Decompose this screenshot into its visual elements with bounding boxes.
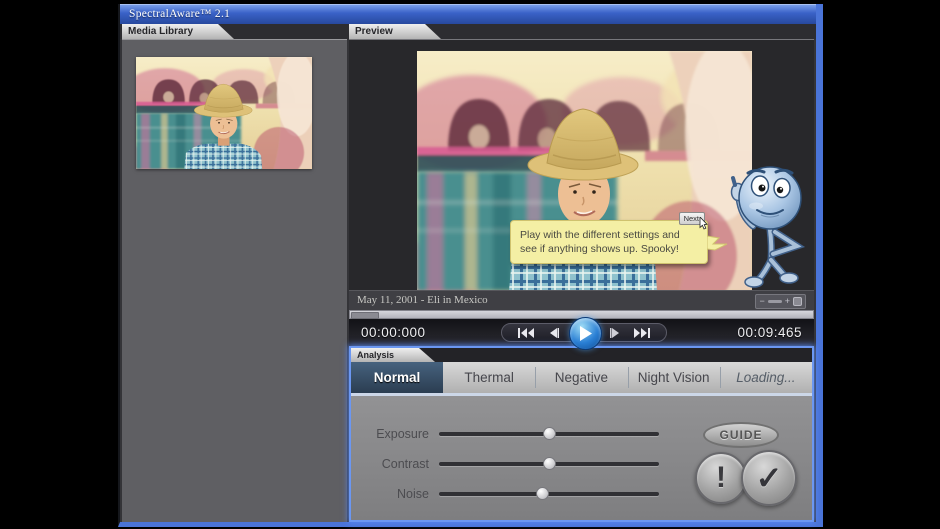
assistant-speech-bubble: Play with the different settings and see… xyxy=(510,220,708,264)
mode-label-loading: Loading... xyxy=(736,370,795,385)
exposure-slider[interactable] xyxy=(439,432,659,436)
mode-tab-night-vision[interactable]: Night Vision xyxy=(628,362,720,393)
step-back-icon xyxy=(549,328,559,338)
contrast-label: Contrast xyxy=(351,454,429,474)
tab-preview[interactable]: Preview xyxy=(349,24,441,39)
skip-start-button[interactable] xyxy=(514,324,538,341)
skip-end-button[interactable] xyxy=(630,324,654,341)
confirm-button[interactable]: ✓ xyxy=(741,450,797,506)
mode-tab-thermal[interactable]: Thermal xyxy=(443,362,535,393)
exposure-label: Exposure xyxy=(351,424,429,444)
next-button-label: Next xyxy=(684,214,699,223)
zoom-control[interactable]: − + xyxy=(755,294,806,309)
mode-label-negative: Negative xyxy=(555,370,608,385)
step-back-button[interactable] xyxy=(542,324,566,341)
play-icon xyxy=(579,326,592,341)
mode-label-night-vision: Night Vision xyxy=(638,370,710,385)
tab-media-library[interactable]: Media Library xyxy=(122,24,234,39)
mode-tab-normal[interactable]: Normal xyxy=(351,362,443,393)
contrast-slider-thumb[interactable] xyxy=(543,457,556,470)
step-forward-icon xyxy=(610,328,620,338)
exclamation-icon: ! xyxy=(716,461,726,495)
checkmark-icon: ✓ xyxy=(756,459,783,497)
skip-end-icon xyxy=(634,328,650,338)
analysis-tab-label: Analysis xyxy=(357,350,394,360)
guide-button-label: GUIDE xyxy=(719,428,762,442)
noise-slider-row: Noise xyxy=(351,484,691,504)
alert-button[interactable]: ! xyxy=(695,452,747,504)
mode-tab-row: Normal Thermal Negative Night Vision Loa… xyxy=(351,362,812,393)
mode-tab-negative[interactable]: Negative xyxy=(535,362,627,393)
assistant-mascot xyxy=(723,158,818,293)
play-button[interactable] xyxy=(569,317,602,350)
scrubber-thumb[interactable] xyxy=(351,312,379,319)
skip-start-icon xyxy=(518,328,534,338)
exposure-slider-row: Exposure xyxy=(351,424,691,444)
mode-label-normal: Normal xyxy=(374,370,421,385)
analysis-body: Exposure Contrast Noise xyxy=(351,396,812,520)
preview-tab-label: Preview xyxy=(355,26,393,37)
app-window: SpectralAware™ 2.1 Media Library Preview… xyxy=(118,4,823,527)
titlebar[interactable]: SpectralAware™ 2.1 xyxy=(120,4,816,24)
media-library-panel xyxy=(122,39,347,522)
noise-slider-thumb[interactable] xyxy=(536,487,549,500)
media-thumbnail[interactable] xyxy=(136,57,312,169)
desktop-background: SpectralAware™ 2.1 Media Library Preview… xyxy=(0,0,940,529)
noise-label: Noise xyxy=(351,484,429,504)
contrast-slider-row: Contrast xyxy=(351,454,691,474)
contrast-slider[interactable] xyxy=(439,462,659,466)
app-title: SpectralAware™ 2.1 xyxy=(120,4,816,24)
magnifier-icon xyxy=(793,297,802,306)
media-library-tab-label: Media Library xyxy=(128,26,193,37)
analysis-panel: Analysis Normal Thermal Negative Night V… xyxy=(349,346,814,522)
zoom-out-icon[interactable]: − xyxy=(759,296,764,307)
zoom-slider[interactable] xyxy=(768,300,782,303)
mode-tab-loading: Loading... xyxy=(720,362,812,393)
bubble-tail xyxy=(707,234,729,254)
duration-time: 00:09:465 xyxy=(737,319,802,346)
noise-slider[interactable] xyxy=(439,492,659,496)
exposure-slider-thumb[interactable] xyxy=(543,427,556,440)
guide-button[interactable]: GUIDE xyxy=(703,422,779,448)
elapsed-time: 00:00:000 xyxy=(361,319,426,346)
clip-caption: May 11, 2001 - Eli in Mexico xyxy=(357,291,488,310)
playback-bar: 00:00:000 xyxy=(349,319,814,346)
mode-label-thermal: Thermal xyxy=(464,370,514,385)
cursor-icon xyxy=(699,217,708,230)
step-forward-button[interactable] xyxy=(603,324,627,341)
caption-bar: May 11, 2001 - Eli in Mexico − + xyxy=(349,290,814,310)
zoom-in-icon[interactable]: + xyxy=(785,296,790,307)
bubble-next-button[interactable]: Next xyxy=(679,212,705,225)
assistant-bubble-text: Play with the different settings and see… xyxy=(520,228,698,256)
